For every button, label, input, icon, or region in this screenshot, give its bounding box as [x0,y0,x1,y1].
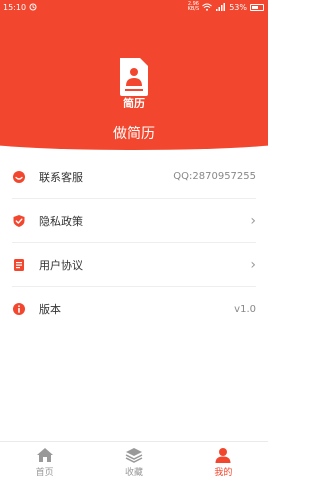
signal-icon [216,3,226,11]
chevron-right-icon: › [250,256,256,273]
status-bar: 15:10 2.96 KB/S 53% [0,0,268,14]
tab-mine[interactable]: 我的 [179,442,268,483]
menu-item-version: 版本 v1.0 [12,287,256,331]
tab-home[interactable]: 首页 [0,442,89,483]
tab-label: 首页 [35,468,54,478]
wifi-icon [202,3,213,11]
logo-text: 简历 [123,96,145,108]
profile-header: 简历 做简历 [0,0,268,150]
network-speed: 2.96 KB/S [187,1,200,12]
menu-label: 版本 [39,303,61,316]
battery-icon [250,3,264,11]
version-value: v1.0 [234,303,256,315]
bottom-tab-bar: 首页 收藏 我的 [0,441,268,483]
resume-logo: 简历 [120,58,148,108]
menu-label: 联系客服 [39,170,83,184]
battery-percent: 53% [229,2,247,12]
app-name: 做简历 [113,126,155,142]
document-icon [12,258,26,272]
alarm-icon [29,3,37,11]
menu-item-privacy-policy[interactable]: 隐私政策 › [12,199,256,243]
menu-item-user-agreement[interactable]: 用户协议 › [12,243,256,287]
menu-item-customer-service[interactable]: 联系客服 QQ:2870957255 [12,155,256,199]
menu-label: 隐私政策 [39,214,83,228]
user-icon [215,448,231,463]
shield-check-icon [12,214,26,228]
status-time: 15:10 [3,2,27,12]
info-icon [12,302,26,316]
layers-icon [125,448,143,463]
tab-label: 收藏 [124,468,143,478]
tab-favorites[interactable]: 收藏 [89,442,178,483]
home-icon [36,448,53,462]
menu-value: QQ:2870957255 [173,171,256,182]
chevron-right-icon: › [250,212,256,229]
menu-label: 用户协议 [39,258,83,272]
headset-icon [12,170,26,184]
tab-label: 我的 [214,468,233,478]
